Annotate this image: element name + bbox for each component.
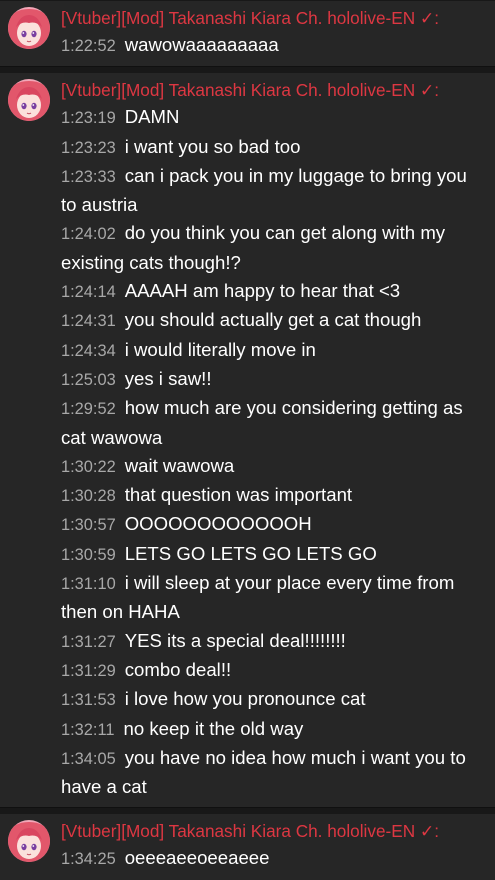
- message-timestamp: 1:24:02: [61, 225, 116, 244]
- message-text: LETS GO LETS GO LETS GO: [124, 542, 377, 564]
- message-text: how much are you considering getting as …: [61, 397, 463, 448]
- message-text: i would literally move in: [124, 338, 316, 360]
- avatar-image-icon: [8, 7, 50, 49]
- message-text: no keep it the old way: [123, 717, 304, 739]
- message-text: yes i saw!!: [124, 367, 212, 389]
- author-name[interactable]: [Vtuber][Mod] Takanashi Kiara Ch. hololi…: [61, 5, 483, 31]
- message-timestamp: 1:23:19: [61, 109, 116, 128]
- message-timestamp: 1:32:11: [61, 720, 115, 739]
- chat-message: 1:31:27 YES its a special deal!!!!!!!!: [61, 627, 483, 656]
- message-timestamp: 1:23:23: [61, 138, 116, 157]
- chat-message: 1:25:03 yes i saw!!: [61, 365, 483, 394]
- chat-message: 1:23:19 DAMN: [61, 103, 483, 132]
- message-text: OOOOOOOOOOOOH: [124, 513, 312, 535]
- message-timestamp: 1:31:27: [61, 632, 116, 651]
- chat-message: 1:30:28 that question was important: [61, 481, 483, 510]
- chat-message: 1:29:52 how much are you considering gett…: [61, 394, 483, 452]
- author-name[interactable]: [Vtuber][Mod] Takanashi Kiara Ch. hololi…: [61, 77, 483, 103]
- message-timestamp: 1:34:05: [61, 749, 116, 768]
- message-text: oeeeaeeoeeaeee: [124, 847, 270, 869]
- message-text: combo deal!!: [124, 658, 232, 680]
- avatar[interactable]: [8, 820, 50, 863]
- message-timestamp: 1:30:28: [61, 487, 116, 506]
- message-timestamp: 1:30:22: [61, 457, 116, 476]
- message-timestamp: 1:24:34: [61, 341, 116, 360]
- message-timestamp: 1:24:14: [61, 283, 116, 302]
- chat-message: 1:24:02 do you think you can get along wi…: [61, 219, 483, 277]
- message-group: [Vtuber][Mod] Takanashi Kiara Ch. hololi…: [0, 1, 495, 68]
- chat-message: 1:24:34 i would literally move in: [61, 336, 483, 365]
- message-timestamp: 1:30:57: [61, 516, 116, 535]
- message-text: do you think you can get along with my e…: [61, 222, 446, 273]
- message-timestamp: 1:29:52: [61, 400, 116, 419]
- message-text: that question was important: [124, 484, 353, 506]
- message-text: you should actually get a cat though: [124, 309, 422, 331]
- message-timestamp: 1:34:25: [61, 850, 116, 869]
- chat-message: 1:23:33 can i pack you in my luggage to b…: [61, 162, 483, 220]
- message-text: you have no idea how much i want you to …: [61, 746, 466, 798]
- chat-message: 1:34:25 oeeeaeeoeeaeee: [61, 844, 483, 873]
- message-text: YES its a special deal!!!!!!!!: [124, 629, 346, 651]
- message-timestamp: 1:31:10: [61, 575, 116, 594]
- chat-message: 1:31:10 i will sleep at your place every …: [61, 569, 483, 627]
- chat-message: 1:31:53 i love how you pronounce cat: [61, 685, 483, 714]
- avatar-image-icon: [8, 820, 50, 863]
- message-text: AAAAH am happy to hear that <3: [124, 280, 401, 302]
- message-timestamp: 1:24:31: [61, 312, 116, 331]
- message-text: wait wawowa: [124, 454, 235, 476]
- author-name[interactable]: [Vtuber][Mod] Takanashi Kiara Ch. hololi…: [61, 818, 483, 844]
- chat-message: 1:30:22 wait wawowa: [61, 452, 483, 481]
- avatar[interactable]: [8, 79, 50, 122]
- chat-log: [Vtuber][Mod] Takanashi Kiara Ch. hololi…: [0, 0, 495, 880]
- message-timestamp: 1:25:03: [61, 370, 116, 389]
- avatar[interactable]: [8, 7, 50, 49]
- chat-message: 1:22:52 wawowaaaaaaaaa: [61, 31, 483, 60]
- chat-message: 1:24:31 you should actually get a cat tho…: [61, 306, 483, 335]
- chat-message: 1:34:05 you have no idea how much i want …: [61, 744, 483, 802]
- message-timestamp: 1:23:33: [61, 167, 116, 186]
- chat-message: 1:24:14 AAAAH am happy to hear that <3: [61, 277, 483, 306]
- message-text: i want you so bad too: [124, 135, 301, 157]
- message-group: [Vtuber][Mod] Takanashi Kiara Ch. hololi…: [0, 814, 495, 880]
- message-timestamp: 1:31:29: [61, 661, 116, 680]
- chat-message: 1:23:23 i want you so bad too: [61, 133, 483, 162]
- chat-message: 1:31:29 combo deal!!: [61, 656, 483, 685]
- chat-message: 1:30:57 OOOOOOOOOOOOH: [61, 510, 483, 539]
- message-text: can i pack you in my luggage to bring yo…: [61, 164, 467, 216]
- chat-message: 1:30:59 LETS GO LETS GO LETS GO: [61, 540, 483, 569]
- chat-message: 1:32:11 no keep it the old way: [61, 715, 483, 744]
- message-timestamp: 1:30:59: [61, 545, 116, 564]
- avatar-image-icon: [8, 79, 50, 122]
- message-text: DAMN: [124, 106, 180, 128]
- message-text: i love how you pronounce cat: [124, 688, 366, 710]
- message-timestamp: 1:22:52: [61, 37, 116, 55]
- message-group: [Vtuber][Mod] Takanashi Kiara Ch. hololi…: [0, 73, 495, 809]
- message-timestamp: 1:31:53: [61, 691, 116, 710]
- message-text: wawowaaaaaaaaa: [124, 34, 279, 55]
- message-text: i will sleep at your place every time fr…: [61, 572, 455, 623]
